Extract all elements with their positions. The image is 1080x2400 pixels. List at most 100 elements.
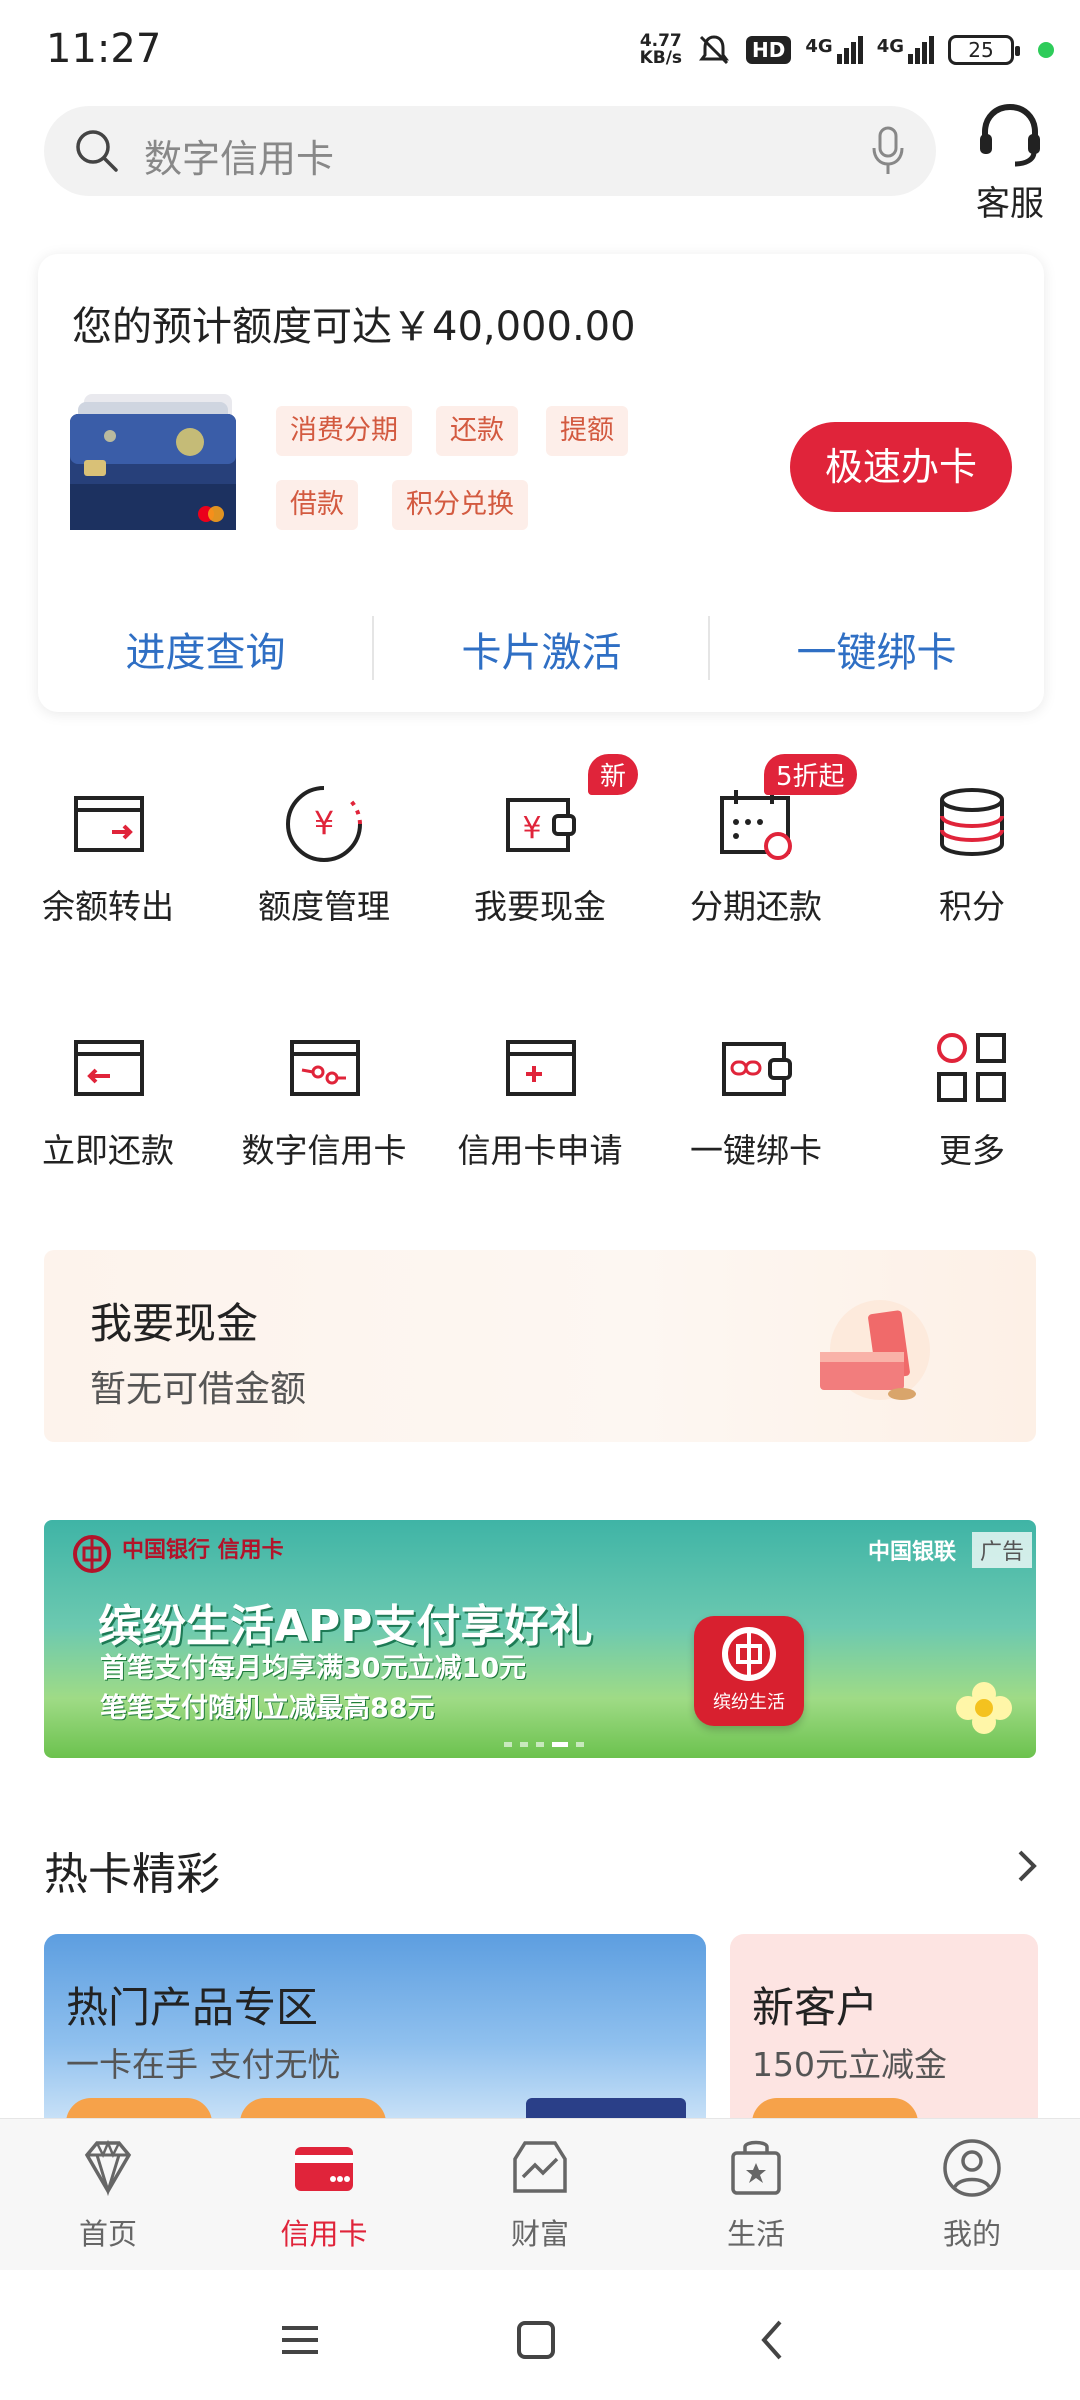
- grid-label: 我要现金: [474, 887, 606, 926]
- credit-limit-panel: 您的预计额度可达￥40,000.00 消费分期 还款 提额 借款 积分兑换 极速…: [38, 254, 1044, 712]
- search-placeholder: 数字信用卡: [144, 137, 335, 181]
- credit-card-image: [70, 394, 236, 530]
- cash-wallet-icon: ¥: [506, 798, 576, 852]
- svg-text:¥: ¥: [522, 811, 541, 846]
- microphone-icon[interactable]: [868, 124, 908, 178]
- flower-decoration-icon: [956, 1682, 1012, 1734]
- hd-badge: HD: [746, 36, 792, 64]
- progress-query-link[interactable]: 进度查询: [38, 620, 373, 678]
- money-stack-icon: [820, 1300, 930, 1400]
- privacy-indicator-dot: [1038, 42, 1054, 58]
- card-activation-link[interactable]: 卡片激活: [374, 620, 709, 678]
- ad-tag: 广告: [971, 1532, 1032, 1568]
- more-grid-icon: [937, 1033, 1006, 1102]
- nav-life[interactable]: 生活: [648, 2133, 864, 2253]
- discount-badge: 5折起: [764, 754, 857, 795]
- home-square-icon[interactable]: [506, 2310, 566, 2370]
- grid-label: 立即还款: [42, 1131, 174, 1170]
- grid-digital-card[interactable]: 数字信用卡: [216, 1026, 432, 1186]
- new-customer-card[interactable]: 新客户 150元立减金: [730, 1934, 1038, 2148]
- tag-raise-limit[interactable]: 提额: [546, 406, 628, 456]
- get-cash-banner[interactable]: 我要现金 暂无可借金额: [44, 1250, 1036, 1442]
- status-icons: 4.77 KB/s HD 4G 4G 25: [640, 28, 1054, 72]
- new-badge: 新: [588, 754, 639, 795]
- credit-card-icon: [295, 2147, 353, 2191]
- headset-icon: [980, 103, 1040, 167]
- grid-label: 更多: [939, 1131, 1005, 1170]
- grid-label: 数字信用卡: [241, 1131, 407, 1170]
- grid-more[interactable]: 更多: [864, 1026, 1080, 1186]
- status-time: 11:27: [46, 26, 162, 72]
- new-customer-title: 新客户: [752, 1983, 879, 2032]
- shopping-bag-icon: [731, 2140, 781, 2195]
- promo-banner[interactable]: 中国银行 信用卡 中国银联 广告 缤纷生活APP支付享好礼 首笔支付每月均享满3…: [44, 1520, 1036, 1758]
- card-apply-icon: [506, 1040, 576, 1096]
- boc-logo-text: 中国银行 信用卡: [122, 1538, 284, 1563]
- link-card-icon: [722, 1042, 792, 1096]
- wallet-transfer-icon: [74, 796, 144, 852]
- boc-app-icon: [722, 1627, 776, 1681]
- nav-label: 首页: [78, 2217, 137, 2251]
- grid-installment-repay[interactable]: 分期还款 5折起: [648, 754, 864, 942]
- grid-label: 信用卡申请: [457, 1131, 623, 1170]
- grid-repay-now[interactable]: 立即还款: [0, 1026, 216, 1186]
- hot-products-subtitle: 一卡在手 支付无忧: [66, 2045, 341, 2084]
- signal-1-icon: 4G: [805, 36, 863, 64]
- menu-icon[interactable]: [270, 2310, 330, 2370]
- new-customer-subtitle: 150元立减金: [752, 2045, 947, 2084]
- system-navigation-bar: [0, 2270, 1080, 2400]
- grid-label: 额度管理: [258, 887, 390, 926]
- card-repay-icon: [74, 1040, 144, 1096]
- back-icon[interactable]: [742, 2310, 802, 2370]
- promo-line-1: 首笔支付每月均享满30元立减10元: [100, 1653, 527, 1684]
- tag-loan[interactable]: 借款: [276, 480, 358, 530]
- grid-label: 余额转出: [42, 887, 174, 926]
- tag-repayment[interactable]: 还款: [436, 406, 518, 456]
- points-coins-icon: [940, 788, 1004, 857]
- unionpay-logo-text: 中国银联: [867, 1540, 956, 1565]
- profile-icon: [943, 2139, 1001, 2197]
- chevron-right-icon[interactable]: [1012, 1846, 1042, 1886]
- grid-label: 分期还款: [690, 887, 822, 926]
- grid-label: 一键绑卡: [690, 1131, 822, 1170]
- bottom-navigation: 首页 信用卡 财富 生活 我的: [0, 2118, 1080, 2270]
- grid-balance-transfer[interactable]: 余额转出: [0, 782, 216, 942]
- search-input[interactable]: 数字信用卡: [44, 106, 936, 196]
- nav-mine[interactable]: 我的: [864, 2133, 1080, 2253]
- grid-limit-management[interactable]: ¥ 额度管理: [216, 782, 432, 942]
- diamond-icon: [84, 2139, 132, 2197]
- nav-label: 我的: [942, 2217, 1001, 2251]
- boc-logo-icon: [73, 1535, 111, 1573]
- bind-card-link[interactable]: 一键绑卡: [709, 620, 1044, 678]
- carousel-dots: [504, 1742, 584, 1747]
- grid-card-application[interactable]: 信用卡申请: [432, 1026, 648, 1186]
- battery-icon: 25: [948, 35, 1020, 65]
- hot-products-card[interactable]: 热门产品专区 一卡在手 支付无忧: [44, 1934, 706, 2134]
- signal-2-icon: 4G: [877, 36, 934, 64]
- app-logo-tile: 缤纷生活: [694, 1616, 804, 1726]
- grid-one-click-bind[interactable]: 一键绑卡: [648, 1026, 864, 1186]
- cash-banner-title: 我要现金: [90, 1299, 259, 1348]
- nav-wealth[interactable]: 财富: [432, 2133, 648, 2253]
- customer-service-button[interactable]: 客服: [968, 100, 1052, 224]
- estimated-limit-text: 您的预计额度可达￥40,000.00: [72, 304, 636, 350]
- nav-credit-card[interactable]: 信用卡: [216, 2133, 432, 2253]
- nav-label: 生活: [726, 2217, 785, 2251]
- app-logo-label: 缤纷生活: [713, 1692, 785, 1713]
- tag-installment[interactable]: 消费分期: [276, 406, 412, 456]
- hot-cards-title: 热卡精彩: [44, 1849, 220, 1900]
- yuan-circle-icon: ¥: [286, 786, 362, 862]
- digital-card-icon: [290, 1040, 360, 1096]
- cash-banner-subtitle: 暂无可借金额: [90, 1369, 307, 1410]
- search-icon: [76, 130, 118, 172]
- grid-get-cash[interactable]: ¥ 我要现金 新: [432, 754, 648, 942]
- network-speed: 4.77 KB/s: [639, 31, 683, 68]
- tag-points-exchange[interactable]: 积分兑换: [392, 480, 528, 530]
- mute-bell-icon: [699, 35, 730, 65]
- hot-products-title: 热门产品专区: [66, 1983, 319, 2032]
- grid-points[interactable]: 积分: [864, 782, 1080, 942]
- grid-label: 积分: [939, 887, 1005, 926]
- quick-apply-button[interactable]: 极速办卡: [790, 422, 1012, 512]
- nav-home[interactable]: 首页: [0, 2133, 216, 2253]
- status-bar: 11:27 4.77 KB/s HD 4G 4G 25: [0, 0, 1080, 100]
